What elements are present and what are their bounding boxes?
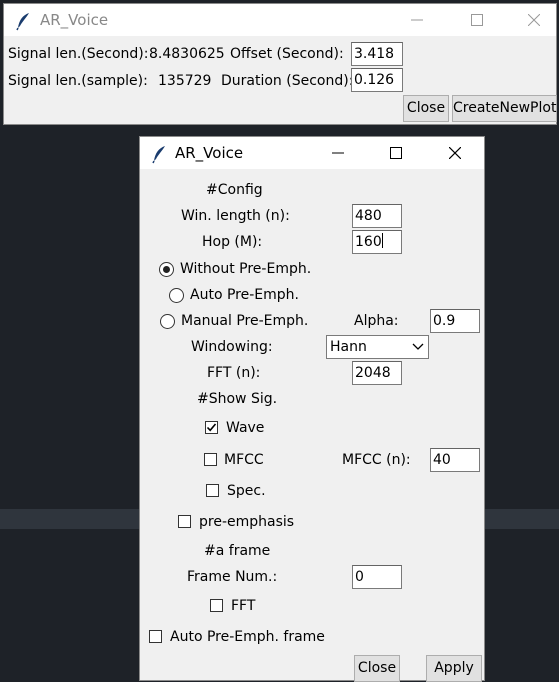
config-header: #Config	[206, 182, 263, 198]
feather-icon	[16, 13, 29, 31]
auto-pre-emph-frame-label[interactable]: Auto Pre-Emph. frame	[170, 627, 325, 647]
close-window-button[interactable]	[432, 137, 478, 169]
close-icon	[449, 147, 461, 159]
maximize-button[interactable]	[373, 137, 419, 169]
fft-frame-checkbox[interactable]	[210, 599, 223, 612]
hop-label: Hop (M):	[202, 234, 263, 250]
offset-input[interactable]: 3.418	[351, 42, 403, 66]
main-window-title: AR_Voice	[40, 11, 109, 29]
windowing-select[interactable]: Hann	[326, 335, 429, 359]
checkmark-icon	[206, 423, 217, 432]
mfcc-n-input[interactable]: 40	[430, 448, 480, 472]
close-icon	[528, 14, 540, 26]
config-titlebar[interactable]: AR_Voice	[140, 137, 484, 169]
auto-pre-emph-label[interactable]: Auto Pre-Emph.	[190, 285, 299, 305]
minimize-icon	[411, 19, 423, 21]
main-titlebar[interactable]: AR_Voice	[4, 4, 556, 36]
win-length-input[interactable]: 480	[352, 204, 402, 228]
config-window: AR_Voice #Config Win. length (n): 480 Ho…	[139, 136, 485, 682]
signal-len-second-value: 8.4830625	[149, 46, 225, 62]
without-pre-emph-label[interactable]: Without Pre-Emph.	[180, 259, 311, 279]
maximize-icon	[471, 14, 483, 26]
windowing-value: Hann	[330, 339, 367, 355]
wave-label[interactable]: Wave	[226, 418, 264, 438]
close-window-button[interactable]	[511, 4, 557, 36]
duration-input[interactable]: 0.126	[351, 68, 403, 92]
config-window-title: AR_Voice	[175, 144, 244, 162]
without-pre-emph-radio[interactable]	[159, 262, 174, 277]
fft-frame-label[interactable]: FFT	[231, 596, 255, 616]
main-window: AR_Voice Signal len.(Second): 8.4830625 …	[3, 3, 557, 125]
signal-len-second-label: Signal len.(Second):	[8, 46, 149, 62]
offset-label: Offset (Second):	[230, 46, 344, 62]
show-sig-header: #Show Sig.	[197, 391, 278, 407]
manual-pre-emph-radio[interactable]	[160, 314, 175, 329]
hop-value: 160	[355, 234, 382, 250]
create-new-plot-button[interactable]: CreateNewPlot	[452, 95, 557, 122]
win-length-label: Win. length (n):	[181, 208, 290, 224]
chevron-down-icon	[412, 343, 424, 350]
maximize-button[interactable]	[454, 4, 500, 36]
fft-n-label: FFT (n):	[207, 365, 261, 381]
duration-label: Duration (Second):	[221, 73, 354, 89]
auto-pre-emph-frame-checkbox[interactable]	[149, 630, 162, 643]
minimize-icon	[332, 152, 344, 154]
feather-icon	[152, 146, 165, 164]
alpha-input[interactable]: 0.9	[430, 309, 480, 333]
signal-len-sample-value: 135729	[158, 73, 212, 89]
manual-pre-emph-label[interactable]: Manual Pre-Emph.	[181, 311, 308, 331]
spec-checkbox[interactable]	[206, 484, 219, 497]
minimize-button[interactable]	[394, 4, 440, 36]
hop-input[interactable]: 160	[352, 230, 402, 254]
auto-pre-emph-radio[interactable]	[169, 288, 184, 303]
wave-checkbox[interactable]	[205, 421, 218, 434]
text-cursor	[381, 233, 383, 248]
windowing-label: Windowing:	[191, 339, 273, 355]
maximize-icon	[390, 147, 402, 159]
mfcc-n-label: MFCC (n):	[342, 452, 411, 468]
fft-n-input[interactable]: 2048	[352, 361, 402, 385]
minimize-button[interactable]	[315, 137, 361, 169]
main-close-button[interactable]: Close	[403, 95, 449, 122]
mfcc-checkbox[interactable]	[204, 453, 217, 466]
pre-emphasis-label[interactable]: pre-emphasis	[199, 512, 294, 532]
frame-num-input[interactable]: 0	[352, 565, 402, 589]
a-frame-header: #a frame	[204, 543, 271, 559]
frame-num-label: Frame Num.:	[187, 569, 278, 585]
alpha-label: Alpha:	[354, 313, 399, 329]
spec-label[interactable]: Spec.	[227, 481, 266, 501]
signal-len-sample-label: Signal len.(sample):	[8, 73, 148, 89]
pre-emphasis-checkbox[interactable]	[178, 515, 191, 528]
mfcc-label[interactable]: MFCC	[224, 450, 264, 470]
